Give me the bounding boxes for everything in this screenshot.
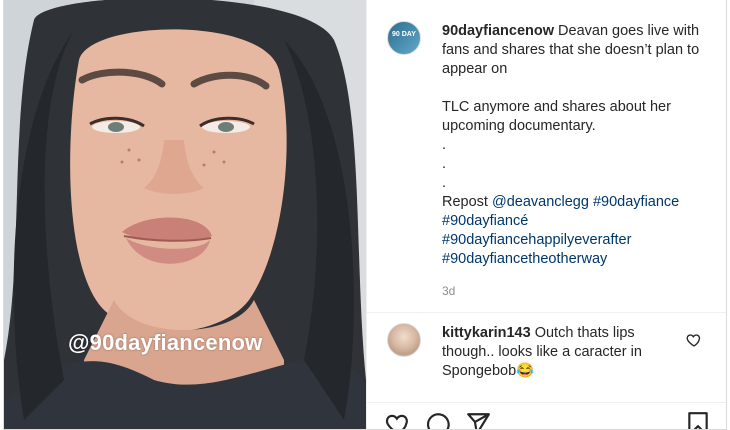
- author-username[interactable]: 90dayfiancenow: [442, 23, 554, 39]
- hashtag-link[interactable]: #90dayfiance: [593, 194, 679, 210]
- comment-item: kittykarin143 Outch thats lips though.. …: [442, 324, 672, 381]
- commenter-username[interactable]: kittykarin143: [442, 325, 531, 341]
- comment-icon[interactable]: [425, 411, 451, 430]
- author-avatar[interactable]: 90 DAY: [387, 21, 421, 55]
- hashtag-link[interactable]: #90dayfiancehappilyeverafter: [442, 231, 712, 250]
- post-details-panel: 90 DAY 90dayfiancenow Deavan goes live w…: [366, 0, 726, 430]
- post-actions: [385, 411, 715, 430]
- hashtag-link[interactable]: #90dayfiancetheotherway: [442, 250, 712, 269]
- send-icon[interactable]: [465, 411, 491, 430]
- repost-user-link[interactable]: @deavanclegg: [492, 194, 589, 210]
- bookmark-icon[interactable]: [685, 411, 711, 430]
- hashtag-link[interactable]: #90dayfiancé: [442, 212, 712, 231]
- commenter-avatar[interactable]: [387, 323, 421, 357]
- caption-dot: .: [442, 156, 447, 172]
- media-watermark: @90dayfiancenow: [68, 330, 263, 355]
- avatar-text: 90 DAY: [392, 31, 416, 38]
- post-timestamp[interactable]: 3d: [442, 284, 455, 298]
- portrait-illustration: [4, 0, 366, 429]
- instagram-post: @90dayfiancenow 90 DAY 90dayfiancenow De…: [3, 0, 727, 430]
- repost-prefix: Repost: [442, 194, 492, 210]
- comment-divider: [367, 312, 726, 313]
- heart-icon[interactable]: [385, 411, 411, 430]
- comment-heart-icon[interactable]: [686, 332, 702, 348]
- action-bar-divider: [367, 402, 726, 403]
- caption-text-line2: TLC anymore and shares about her upcomin…: [442, 99, 671, 134]
- caption-dot: .: [442, 137, 447, 153]
- post-media-video[interactable]: @90dayfiancenow: [4, 0, 366, 429]
- post-caption: 90dayfiancenow Deavan goes live with fan…: [442, 22, 712, 269]
- caption-dot: .: [442, 175, 447, 191]
